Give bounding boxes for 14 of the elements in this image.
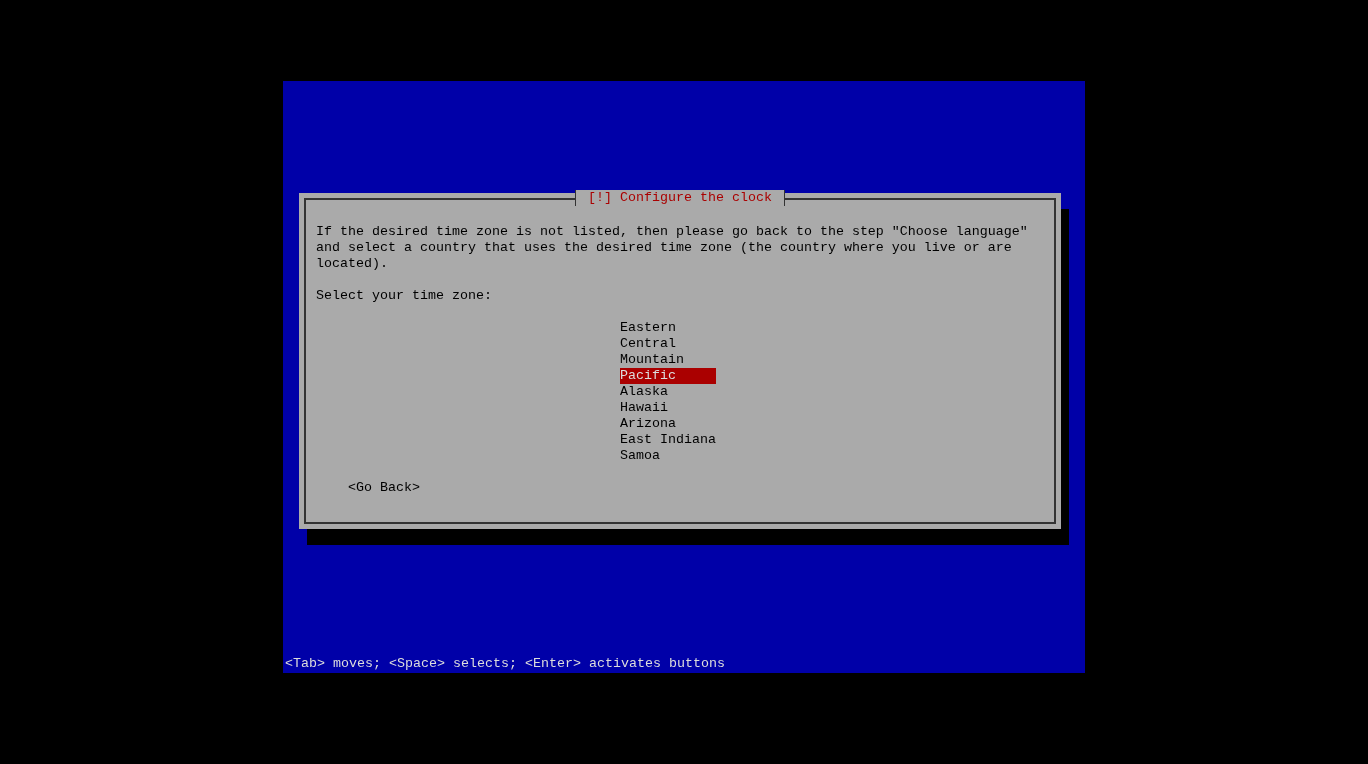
timezone-option[interactable]: Alaska (620, 384, 716, 400)
dialog-title: [!] Configure the clock (575, 190, 785, 206)
timezone-option[interactable]: East Indiana (620, 432, 716, 448)
timezone-option[interactable]: Hawaii (620, 400, 716, 416)
prompt-text: Select your time zone: (316, 288, 493, 304)
timezone-option[interactable]: Mountain (620, 352, 716, 368)
timezone-option[interactable]: Arizona (620, 416, 716, 432)
timezone-option[interactable]: Samoa (620, 448, 716, 464)
go-back-button[interactable]: <Go Back> (348, 480, 420, 496)
timezone-option[interactable]: Eastern (620, 320, 716, 336)
timezone-option[interactable]: Central (620, 336, 716, 352)
dialog-message: If the desired time zone is not listed, then please go back to the step "Choose language" and select a country that uses the desired time zone (the country where you live or are located). (316, 224, 1029, 272)
timezone-option[interactable]: Pacific (620, 368, 716, 384)
status-text: <Tab> moves; <Space> selects; <Enter> activates buttons (285, 656, 725, 672)
